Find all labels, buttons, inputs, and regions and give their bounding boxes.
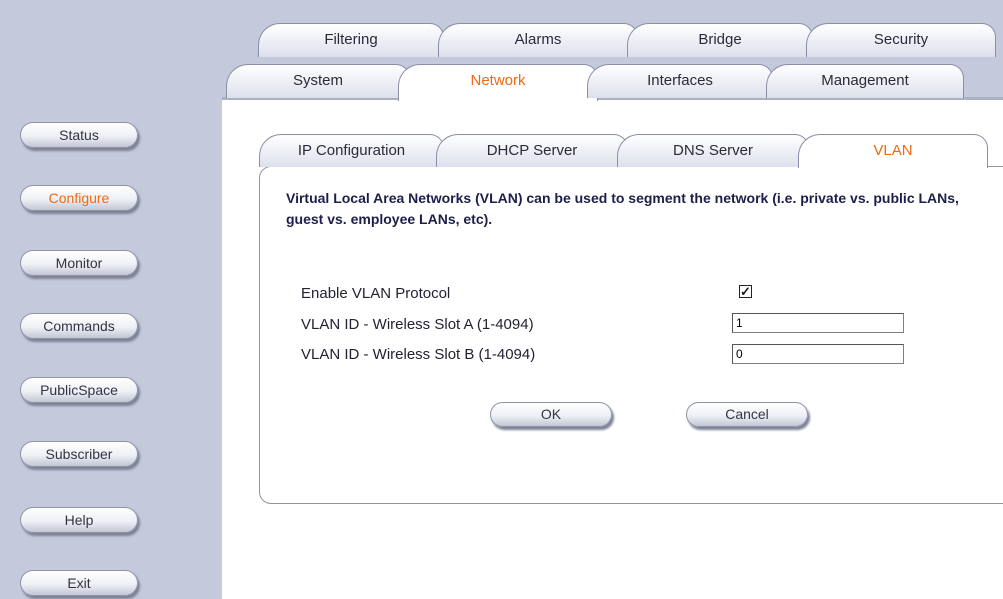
tab-system[interactable]: System	[226, 64, 410, 98]
tab-alarms[interactable]: Alarms	[438, 23, 638, 57]
tab-ip-configuration[interactable]: IP Configuration	[259, 134, 444, 167]
tab-management[interactable]: Management	[766, 64, 964, 98]
tab-dns-server[interactable]: DNS Server	[617, 134, 809, 167]
tab-bridge[interactable]: Bridge	[627, 23, 813, 57]
tab-dhcp-server[interactable]: DHCP Server	[436, 134, 628, 167]
enable-vlan-checkbox[interactable]: ✓	[739, 285, 752, 298]
slot-a-label: VLAN ID - Wireless Slot A (1-4094)	[301, 316, 534, 333]
help-button[interactable]: Help	[20, 507, 138, 533]
enable-vlan-label: Enable VLAN Protocol	[301, 285, 451, 302]
tab-filtering[interactable]: Filtering	[258, 23, 444, 57]
status-button[interactable]: Status	[20, 122, 138, 148]
cancel-button[interactable]: Cancel	[686, 402, 808, 427]
sidebar-nav: Status Configure Monitor Commands Public…	[0, 0, 222, 599]
publicspace-button[interactable]: PublicSpace	[20, 377, 138, 403]
check-mark-icon: ✓	[740, 284, 751, 299]
exit-button[interactable]: Exit	[20, 570, 138, 596]
tab-vlan[interactable]: VLAN	[798, 134, 988, 168]
tab-network[interactable]: Network	[398, 64, 598, 101]
monitor-button[interactable]: Monitor	[20, 250, 138, 276]
subscriber-button[interactable]: Subscriber	[20, 441, 138, 467]
vlan-description: Virtual Local Area Networks (VLAN) can b…	[286, 190, 959, 227]
ok-button[interactable]: OK	[490, 402, 612, 427]
tab-interfaces[interactable]: Interfaces	[587, 64, 773, 98]
slot-b-vlan-id-input[interactable]	[732, 344, 904, 364]
slot-a-vlan-id-input[interactable]	[732, 313, 904, 333]
commands-button[interactable]: Commands	[20, 313, 138, 339]
slot-b-label: VLAN ID - Wireless Slot B (1-4094)	[301, 346, 536, 363]
configure-button[interactable]: Configure	[20, 185, 138, 211]
tab-security[interactable]: Security	[806, 23, 996, 57]
